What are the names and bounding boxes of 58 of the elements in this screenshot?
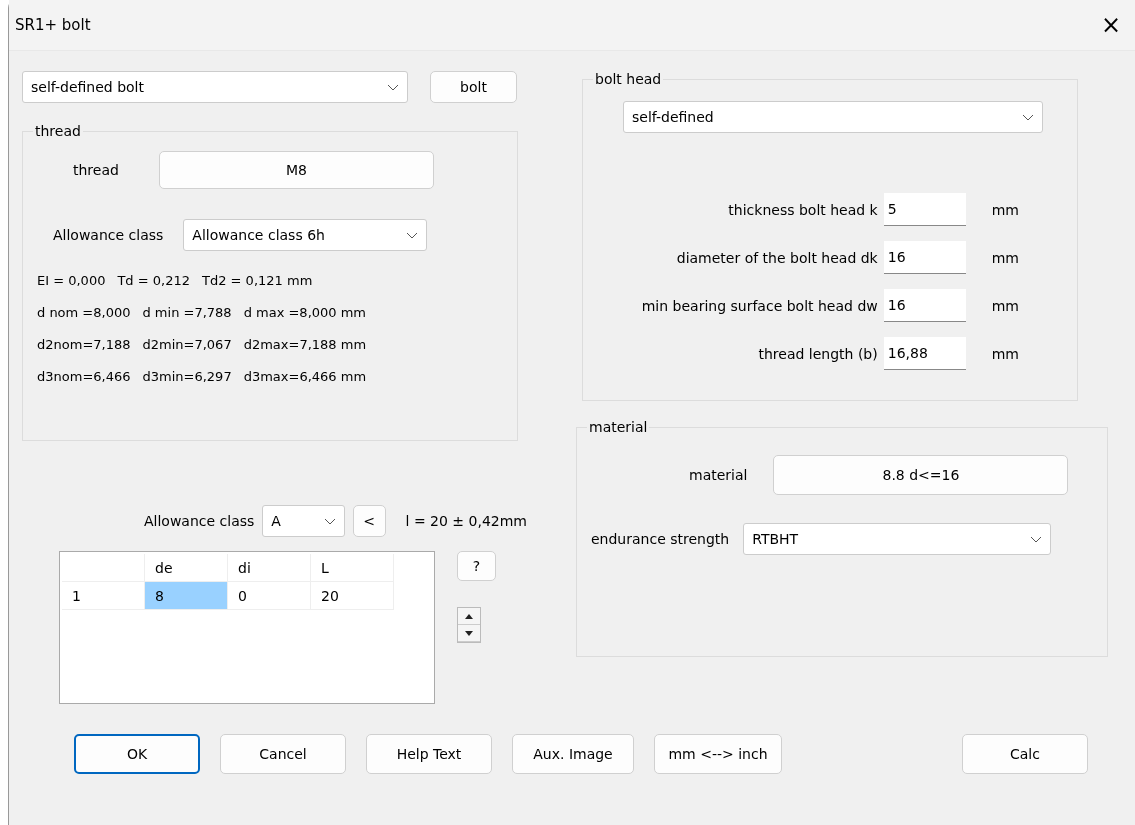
table-cell[interactable]: 1 xyxy=(62,582,145,610)
tolerance-value: d3nom=6,466 xyxy=(37,369,131,384)
material-label: material xyxy=(689,467,748,483)
bolt-button[interactable]: bolt xyxy=(430,71,517,103)
tolerance-value: d2min=7,067 xyxy=(142,337,232,352)
tolerance-value: Td2 = 0,121 mm xyxy=(202,273,313,288)
tolerance-value: EI = 0,000 xyxy=(37,273,106,288)
table-cell[interactable]: 20 xyxy=(311,582,394,610)
column-header: de xyxy=(145,554,228,582)
dialog-button[interactable]: mm <--> inch xyxy=(654,734,782,774)
dialog-button[interactable]: Cancel xyxy=(220,734,346,774)
group-title: material xyxy=(588,419,649,435)
tolerance-value: d2nom=7,188 xyxy=(37,337,131,352)
table-cell[interactable]: 8 xyxy=(145,582,228,610)
group-title: thread xyxy=(34,123,82,139)
field-label: thread length (b) xyxy=(758,345,878,362)
tolerance-value: d3max=6,466 mm xyxy=(243,369,367,384)
dialog-button[interactable]: OK xyxy=(74,734,200,774)
allowance-class-dropdown[interactable]: Allowance class 6h xyxy=(183,219,428,251)
unit-label: mm xyxy=(991,249,1019,266)
field-label: thickness bolt head k xyxy=(728,201,878,218)
endurance-strength-label: endurance strength xyxy=(591,531,730,547)
tolerance-value: d max =8,000 mm xyxy=(243,305,367,320)
window-title: SR1+ bolt xyxy=(15,16,91,34)
endurance-strength-dropdown[interactable]: RTBHT xyxy=(743,523,1052,555)
field-label: diameter of the bolt head dk xyxy=(676,249,878,266)
help-button[interactable]: ? xyxy=(457,551,496,581)
column-header: di xyxy=(228,554,311,582)
input-field[interactable]: 16 xyxy=(883,289,966,322)
field-label: min bearing surface bolt head dw xyxy=(641,297,878,314)
dialog-button[interactable]: Aux. Image xyxy=(512,734,634,774)
length-tolerance: l = 20 ± 0,42mm xyxy=(405,513,527,529)
tolerance-value: Td = 0,212 xyxy=(117,273,190,288)
tolerance-value: d nom =8,000 xyxy=(37,305,131,320)
close-button[interactable]: × xyxy=(1096,11,1125,39)
unit-label: mm xyxy=(991,297,1019,314)
tolerance-value: d2max=7,188 mm xyxy=(243,337,367,352)
table-cell[interactable]: 0 xyxy=(228,582,311,610)
allowance-class-label: Allowance class xyxy=(144,513,255,529)
allowance-class-label: Allowance class xyxy=(53,227,164,243)
bolt-head-dropdown[interactable]: self-defined xyxy=(623,101,1043,133)
input-field[interactable]: 16 xyxy=(883,241,966,274)
thread-label: thread xyxy=(73,162,119,178)
dialog-button[interactable]: Calc xyxy=(962,734,1088,774)
input-field[interactable]: 16,88 xyxy=(883,337,966,370)
tolerance-value: d min =7,788 xyxy=(142,305,232,320)
allowance-class-dropdown[interactable]: A xyxy=(262,505,345,537)
bolt-type-dropdown[interactable]: self-defined bolt xyxy=(22,71,408,103)
column-header: L xyxy=(311,554,394,582)
thread-button[interactable]: M8 xyxy=(158,151,434,189)
dialog-button[interactable]: Help Text xyxy=(366,734,492,774)
back-button[interactable]: < xyxy=(352,505,386,537)
group-title: bolt head xyxy=(594,71,663,87)
unit-label: mm xyxy=(991,345,1019,362)
input-field[interactable]: 5 xyxy=(883,193,966,226)
tolerance-value: d3min=6,297 xyxy=(142,369,232,384)
material-button[interactable]: 8.8 d<=16 xyxy=(773,455,1069,495)
unit-label: mm xyxy=(991,201,1019,218)
